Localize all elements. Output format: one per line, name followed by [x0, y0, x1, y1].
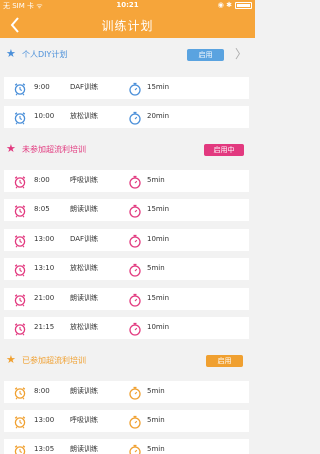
stopwatch-icon — [128, 414, 142, 429]
row-duration: 5min — [147, 445, 165, 453]
row-duration: 5min — [147, 176, 165, 184]
status-time: 10:21 — [116, 1, 139, 9]
nav-bar: 训练计划 — [0, 12, 255, 38]
battery-icon — [235, 1, 252, 9]
stopwatch-icon — [128, 443, 142, 454]
schedule-row[interactable]: 13:05 朗读训练 5min — [4, 439, 249, 454]
row-duration: 5min — [147, 416, 165, 424]
row-duration: 10min — [147, 235, 170, 243]
schedule-row[interactable]: 21:00 朗读训练 15min — [4, 288, 249, 310]
row-time: 21:15 — [34, 323, 55, 331]
page-title: 训练计划 — [101, 19, 154, 33]
row-time: 13:00 — [34, 416, 55, 424]
row-time: 13:05 — [34, 445, 55, 453]
alarm-clock-icon — [13, 262, 27, 277]
schedule-row[interactable]: 8:00 朗读训练 5min — [4, 381, 249, 403]
section-title: 未参加超流利培训 — [22, 145, 86, 154]
alarm-clock-icon — [13, 292, 27, 307]
row-training-name: 朗读训练 — [70, 387, 98, 395]
alarm-clock-icon — [13, 174, 27, 189]
row-duration: 15min — [147, 205, 170, 213]
schedule-row[interactable]: 13:10 放松训练 5min — [4, 258, 249, 280]
status-icons: ◉ ✱ — [217, 1, 232, 9]
row-duration: 10min — [147, 323, 170, 331]
enable-button[interactable]: 启用 — [187, 49, 224, 61]
alarm-clock-icon — [13, 414, 27, 429]
schedule-row[interactable]: 8:05 朗读训练 15min — [4, 199, 249, 221]
section-title: 个人DIY计划 — [22, 50, 68, 59]
enable-button[interactable]: 启用 — [206, 355, 243, 367]
schedule-row[interactable]: 10:00 放松训练 20min — [4, 106, 249, 128]
row-time: 13:00 — [34, 235, 55, 243]
row-time: 9:00 — [34, 83, 50, 91]
stopwatch-icon — [128, 203, 142, 218]
alarm-clock-icon — [13, 443, 27, 454]
star-icon: ★ — [6, 353, 16, 366]
alarm-clock-icon — [13, 233, 27, 248]
stopwatch-icon — [128, 292, 142, 307]
row-training-name: 放松训练 — [70, 323, 98, 331]
row-training-name: 呼吸训练 — [70, 416, 98, 424]
stopwatch-icon — [128, 262, 142, 277]
stopwatch-icon — [128, 385, 142, 400]
stopwatch-icon — [128, 110, 142, 125]
status-bar: 无 SIM 卡 ᯤ 10:21 ◉ ✱ — [0, 0, 255, 12]
section-header-trained: ★ 已参加超流利培训 启用 — [0, 348, 255, 375]
row-time: 10:00 — [34, 112, 55, 120]
row-training-name: 朗读训练 — [70, 445, 98, 453]
status-right: ◉ ✱ — [218, 1, 252, 9]
schedule-row[interactable]: 9:00 DAF训练 15min — [4, 77, 249, 99]
row-duration: 5min — [147, 264, 165, 272]
row-time: 13:10 — [34, 264, 55, 272]
row-time: 8:00 — [34, 387, 50, 395]
star-icon: ★ — [6, 47, 16, 60]
stopwatch-icon — [128, 321, 142, 336]
row-duration: 20min — [147, 112, 170, 120]
schedule-row[interactable]: 21:15 放松训练 10min — [4, 317, 249, 339]
alarm-clock-icon — [13, 203, 27, 218]
section-header-not-trained: ★ 未参加超流利培训 启用中 — [0, 137, 255, 164]
row-duration: 5min — [147, 387, 165, 395]
alarm-clock-icon — [13, 81, 27, 96]
stopwatch-icon — [128, 81, 142, 96]
section-title: 已参加超流利培训 — [22, 356, 86, 365]
section-header-diy: ★ 个人DIY计划 启用 〉 — [0, 42, 255, 69]
row-time: 8:05 — [34, 205, 50, 213]
row-training-name: 朗读训练 — [70, 205, 98, 213]
row-duration: 15min — [147, 294, 170, 302]
stopwatch-icon — [128, 174, 142, 189]
schedule-row[interactable]: 13:00 呼吸训练 5min — [4, 410, 249, 432]
row-training-name: DAF训练 — [70, 235, 99, 243]
row-training-name: DAF训练 — [70, 83, 99, 91]
row-training-name: 放松训练 — [70, 264, 98, 272]
row-training-name: 放松训练 — [70, 112, 98, 120]
chevron-right-icon[interactable]: 〉 — [235, 46, 247, 62]
schedule-row[interactable]: 8:00 呼吸训练 5min — [4, 170, 249, 192]
row-time: 8:00 — [34, 176, 50, 184]
row-training-name: 朗读训练 — [70, 294, 98, 302]
alarm-clock-icon — [13, 321, 27, 336]
alarm-clock-icon — [13, 385, 27, 400]
alarm-clock-icon — [13, 110, 27, 125]
row-training-name: 呼吸训练 — [70, 176, 98, 184]
enabled-button[interactable]: 启用中 — [204, 144, 244, 156]
row-time: 21:00 — [34, 294, 55, 302]
stopwatch-icon — [128, 233, 142, 248]
row-duration: 15min — [147, 83, 170, 91]
star-icon: ★ — [6, 142, 16, 155]
schedule-row[interactable]: 13:00 DAF训练 10min — [4, 229, 249, 251]
